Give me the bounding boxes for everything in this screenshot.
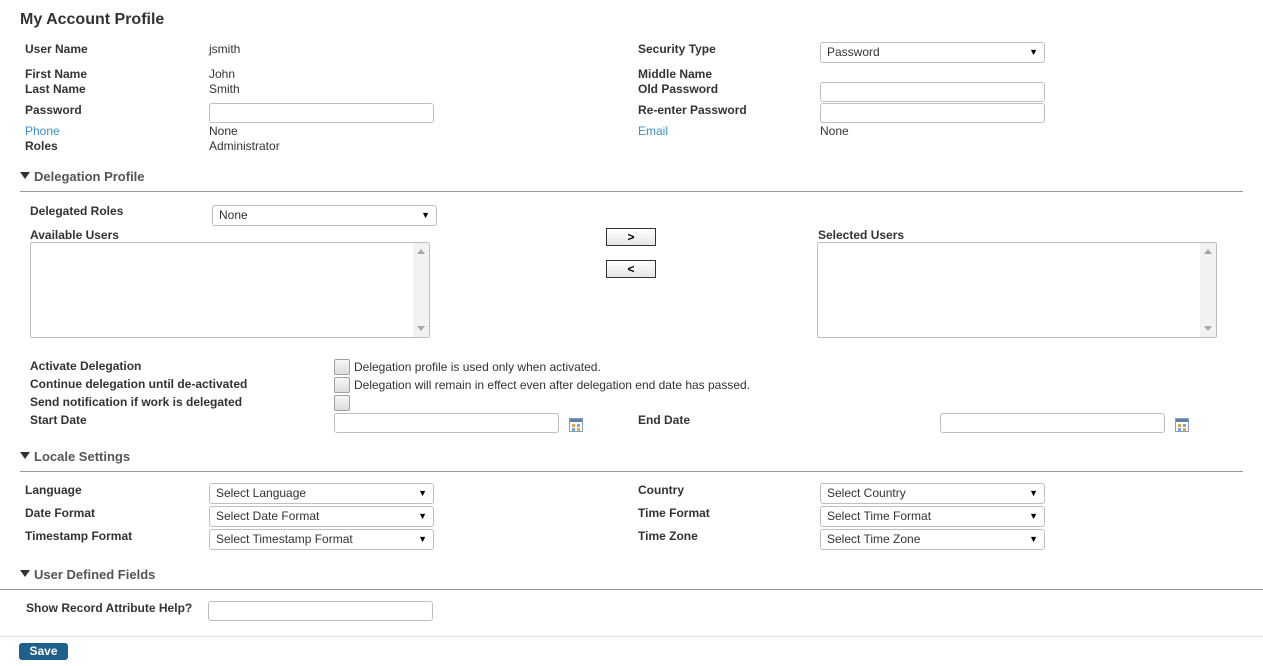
- firstname-label: First Name: [25, 67, 88, 81]
- add-user-button[interactable]: >: [606, 228, 656, 246]
- continue-delegation-checkbox[interactable]: [334, 377, 350, 393]
- email-link[interactable]: Email: [638, 124, 668, 138]
- password-field[interactable]: [209, 103, 434, 123]
- chevron-down-icon: ▼: [1029, 488, 1038, 498]
- time-zone-label: Time Zone: [638, 529, 698, 543]
- date-format-select[interactable]: Select Date Format ▼: [209, 506, 434, 527]
- timestamp-format-value: Select Timestamp Format: [216, 532, 353, 546]
- language-select[interactable]: Select Language ▼: [209, 483, 434, 504]
- time-zone-value: Select Time Zone: [827, 532, 921, 546]
- delegated-roles-value: None: [219, 208, 248, 222]
- phone-value: None: [209, 124, 238, 138]
- available-users-list[interactable]: [30, 242, 430, 338]
- selected-users-list[interactable]: [817, 242, 1217, 338]
- time-zone-select[interactable]: Select Time Zone ▼: [820, 529, 1045, 550]
- security-type-value: Password: [827, 45, 880, 59]
- chevron-down-icon: ▼: [1029, 534, 1038, 544]
- language-value: Select Language: [216, 486, 307, 500]
- available-users-scrollbar[interactable]: [413, 243, 429, 337]
- username-value: jsmith: [209, 42, 241, 56]
- footer-divider: [0, 636, 1263, 637]
- remove-user-button[interactable]: <: [606, 260, 656, 278]
- activate-delegation-label: Activate Delegation: [30, 359, 142, 373]
- chevron-down-icon: ▼: [1029, 47, 1038, 57]
- collapse-triangle-icon: [20, 172, 30, 179]
- time-format-label: Time Format: [638, 506, 710, 520]
- country-value: Select Country: [827, 486, 906, 500]
- udf-section-toggle[interactable]: User Defined Fields: [20, 567, 155, 583]
- calendar-icon[interactable]: [1175, 418, 1189, 432]
- lastname-value: Smith: [209, 82, 240, 96]
- collapse-triangle-icon: [20, 570, 30, 577]
- time-format-value: Select Time Format: [827, 509, 932, 523]
- delegation-section-toggle[interactable]: Delegation Profile: [20, 169, 145, 185]
- udf-section-title: User Defined Fields: [34, 567, 156, 582]
- collapse-triangle-icon: [20, 452, 30, 459]
- timestamp-format-label: Timestamp Format: [25, 529, 133, 543]
- continue-delegation-desc: Delegation will remain in effect even af…: [354, 378, 751, 392]
- chevron-down-icon: ▼: [418, 488, 427, 498]
- save-button[interactable]: Save: [19, 643, 68, 660]
- available-users-label: Available Users: [30, 228, 119, 242]
- phone-link[interactable]: Phone: [25, 124, 60, 138]
- locale-section-title: Locale Settings: [34, 449, 131, 464]
- scroll-up-icon[interactable]: [1204, 249, 1212, 254]
- security-type-select[interactable]: Password ▼: [820, 42, 1045, 63]
- date-format-label: Date Format: [25, 506, 96, 520]
- delegated-roles-select[interactable]: None ▼: [212, 205, 437, 226]
- chevron-down-icon: ▼: [418, 534, 427, 544]
- continue-delegation-label: Continue delegation until de-activated: [30, 377, 248, 391]
- start-date-field[interactable]: [334, 413, 559, 433]
- scroll-down-icon[interactable]: [1204, 326, 1212, 331]
- delegated-roles-label: Delegated Roles: [30, 204, 124, 218]
- country-select[interactable]: Select Country ▼: [820, 483, 1045, 504]
- selected-users-label: Selected Users: [818, 228, 905, 242]
- section-divider: [20, 471, 1243, 472]
- country-label: Country: [638, 483, 684, 497]
- security-type-label: Security Type: [638, 42, 716, 56]
- username-label: User Name: [25, 42, 88, 56]
- end-date-label: End Date: [638, 413, 691, 427]
- reenter-password-field[interactable]: [820, 103, 1045, 123]
- chevron-down-icon: ▼: [1029, 511, 1038, 521]
- end-date-field[interactable]: [940, 413, 1165, 433]
- password-label: Password: [25, 103, 82, 117]
- email-value: None: [820, 124, 849, 138]
- middlename-label: Middle Name: [638, 67, 713, 81]
- roles-value: Administrator: [209, 139, 280, 153]
- section-divider: [0, 589, 1263, 590]
- delegation-section-title: Delegation Profile: [34, 169, 145, 184]
- calendar-icon[interactable]: [569, 418, 583, 432]
- firstname-value: John: [209, 67, 236, 81]
- chevron-down-icon: ▼: [418, 511, 427, 521]
- send-notification-label: Send notification if work is delegated: [30, 395, 243, 409]
- send-notification-checkbox[interactable]: [334, 395, 350, 411]
- start-date-label: Start Date: [30, 413, 87, 427]
- time-format-select[interactable]: Select Time Format ▼: [820, 506, 1045, 527]
- locale-section-toggle[interactable]: Locale Settings: [20, 449, 130, 465]
- scroll-down-icon[interactable]: [417, 326, 425, 331]
- old-password-label: Old Password: [638, 82, 719, 96]
- record-help-field[interactable]: [208, 601, 433, 621]
- record-help-label: Show Record Attribute Help?: [26, 601, 193, 615]
- timestamp-format-select[interactable]: Select Timestamp Format ▼: [209, 529, 434, 550]
- section-divider: [20, 191, 1243, 192]
- chevron-down-icon: ▼: [421, 210, 430, 220]
- scroll-up-icon[interactable]: [417, 249, 425, 254]
- roles-label: Roles: [25, 139, 58, 153]
- lastname-label: Last Name: [25, 82, 86, 96]
- date-format-value: Select Date Format: [216, 509, 320, 523]
- reenter-password-label: Re-enter Password: [638, 103, 747, 117]
- old-password-field[interactable]: [820, 82, 1045, 102]
- page-title: My Account Profile: [20, 11, 165, 28]
- selected-users-scrollbar[interactable]: [1200, 243, 1216, 337]
- activate-delegation-desc: Delegation profile is used only when act…: [354, 360, 601, 374]
- language-label: Language: [25, 483, 82, 497]
- activate-delegation-checkbox[interactable]: [334, 359, 350, 375]
